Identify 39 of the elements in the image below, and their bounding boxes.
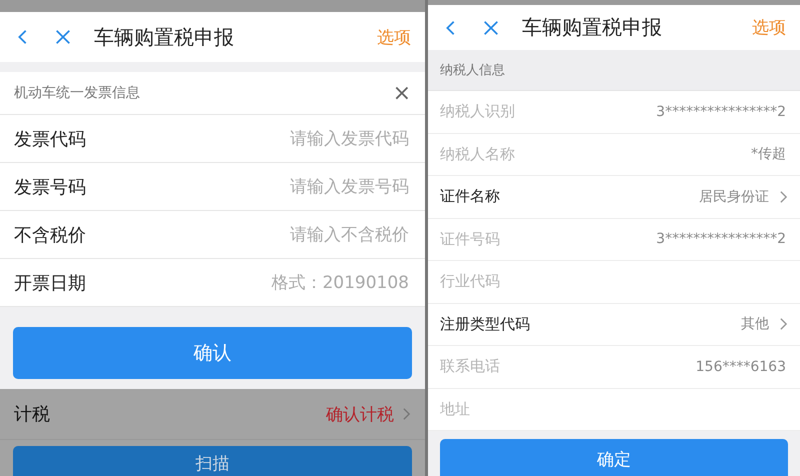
chevron-icon[interactable]: [779, 317, 788, 332]
row-value: 156****6163: [696, 358, 786, 375]
section-title: 机动车统一发票信息: [14, 84, 141, 102]
input-field[interactable]: 请输入发票号码: [124, 176, 411, 198]
field-label: 发票号码: [14, 176, 87, 198]
confirm-button[interactable]: 确定: [440, 439, 788, 476]
row-value: 居民身份证: [699, 188, 769, 206]
row-label: 地址: [440, 400, 471, 419]
page-title: 车辆购置税申报: [94, 24, 235, 50]
field-label: 开票日期: [14, 272, 87, 294]
page-title: 车辆购置税申报: [522, 14, 663, 41]
row-value: *传超: [751, 145, 786, 164]
close-icon[interactable]: [482, 18, 500, 36]
row-value: 3****************2: [656, 231, 786, 248]
row-label: 纳税人名称: [440, 144, 516, 164]
section-title: 纳税人信息: [440, 62, 505, 79]
row-value: 其他: [741, 315, 769, 334]
row-label: 联系电话: [440, 357, 501, 376]
row-label: 行业代码: [440, 272, 501, 292]
close-icon[interactable]: [54, 28, 72, 46]
close-button[interactable]: ×: [392, 80, 411, 106]
input-field[interactable]: 请输入发票代码: [124, 128, 411, 150]
input-field[interactable]: 格式：20190108: [124, 272, 411, 294]
row-label: 纳税人识别: [440, 102, 516, 122]
row-label: 注册类型代码: [440, 314, 531, 334]
input-field[interactable]: 请输入不含税价: [124, 224, 411, 246]
row-label: 计税: [14, 403, 51, 426]
row-value: 3****************2: [656, 104, 786, 120]
row-label: 证件号码: [440, 230, 501, 249]
chevron-icon: [402, 407, 411, 421]
options-link[interactable]: 选项: [752, 16, 786, 39]
chevron-icon[interactable]: [779, 190, 788, 204]
field-label: 不含税价: [14, 224, 87, 246]
options-link[interactable]: 选项: [377, 26, 411, 48]
scan-button[interactable]: 扫描: [13, 446, 412, 476]
confirm-tax-link[interactable]: 确认计税: [326, 402, 394, 426]
field-label: 发票代码: [14, 128, 87, 150]
confirm-button[interactable]: 确认: [13, 327, 412, 379]
row-label: 证件名称: [440, 187, 501, 206]
